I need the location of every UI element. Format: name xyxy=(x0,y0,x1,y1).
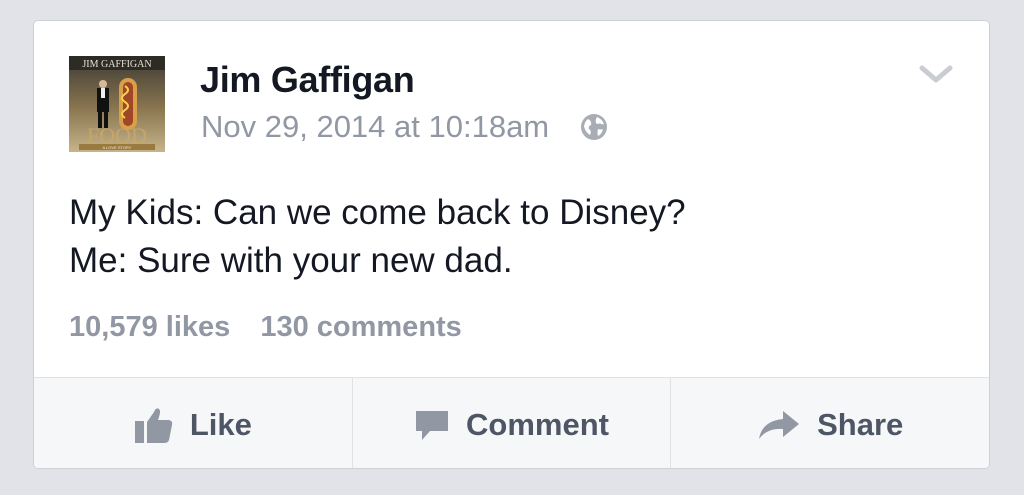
comment-label: Comment xyxy=(466,406,609,442)
chevron-down-icon[interactable] xyxy=(919,65,953,85)
post-text-line: My Kids: Can we come back to Disney? xyxy=(69,193,686,232)
post-text-line: Me: Sure with your new dad. xyxy=(69,241,513,280)
comment-button[interactable]: Comment xyxy=(351,378,671,468)
globe-icon[interactable] xyxy=(579,112,609,142)
author-name[interactable]: Jim Gaffigan xyxy=(200,59,415,101)
post-timestamp[interactable]: Nov 29, 2014 at 10:18am xyxy=(201,109,549,145)
share-button[interactable]: Share xyxy=(670,378,989,468)
share-arrow-icon xyxy=(759,410,800,439)
post-card: JIM GAFFIGAN FOOD A LOVE STORY Jim Gaffi… xyxy=(33,20,990,469)
book-cover-image: JIM GAFFIGAN FOOD A LOVE STORY xyxy=(69,56,165,152)
avatar[interactable]: JIM GAFFIGAN FOOD A LOVE STORY xyxy=(69,56,165,152)
avatar-subtitle: A LOVE STORY xyxy=(103,145,132,150)
post-stats: 10,579 likes 130 comments xyxy=(69,311,462,344)
comments-count[interactable]: 130 comments xyxy=(260,311,462,343)
action-bar: Like Comment Share xyxy=(34,377,989,468)
post-text: My Kids: Can we come back to Disney? Me:… xyxy=(69,189,686,285)
comment-icon xyxy=(416,410,449,440)
share-label: Share xyxy=(817,406,904,442)
like-label: Like xyxy=(189,406,252,442)
thumbs-up-icon xyxy=(134,407,173,443)
likes-count[interactable]: 10,579 likes xyxy=(69,311,230,343)
avatar-top-text: JIM GAFFIGAN xyxy=(82,59,151,70)
like-button[interactable]: Like xyxy=(34,378,352,468)
post-meta: Nov 29, 2014 at 10:18am xyxy=(201,109,609,145)
